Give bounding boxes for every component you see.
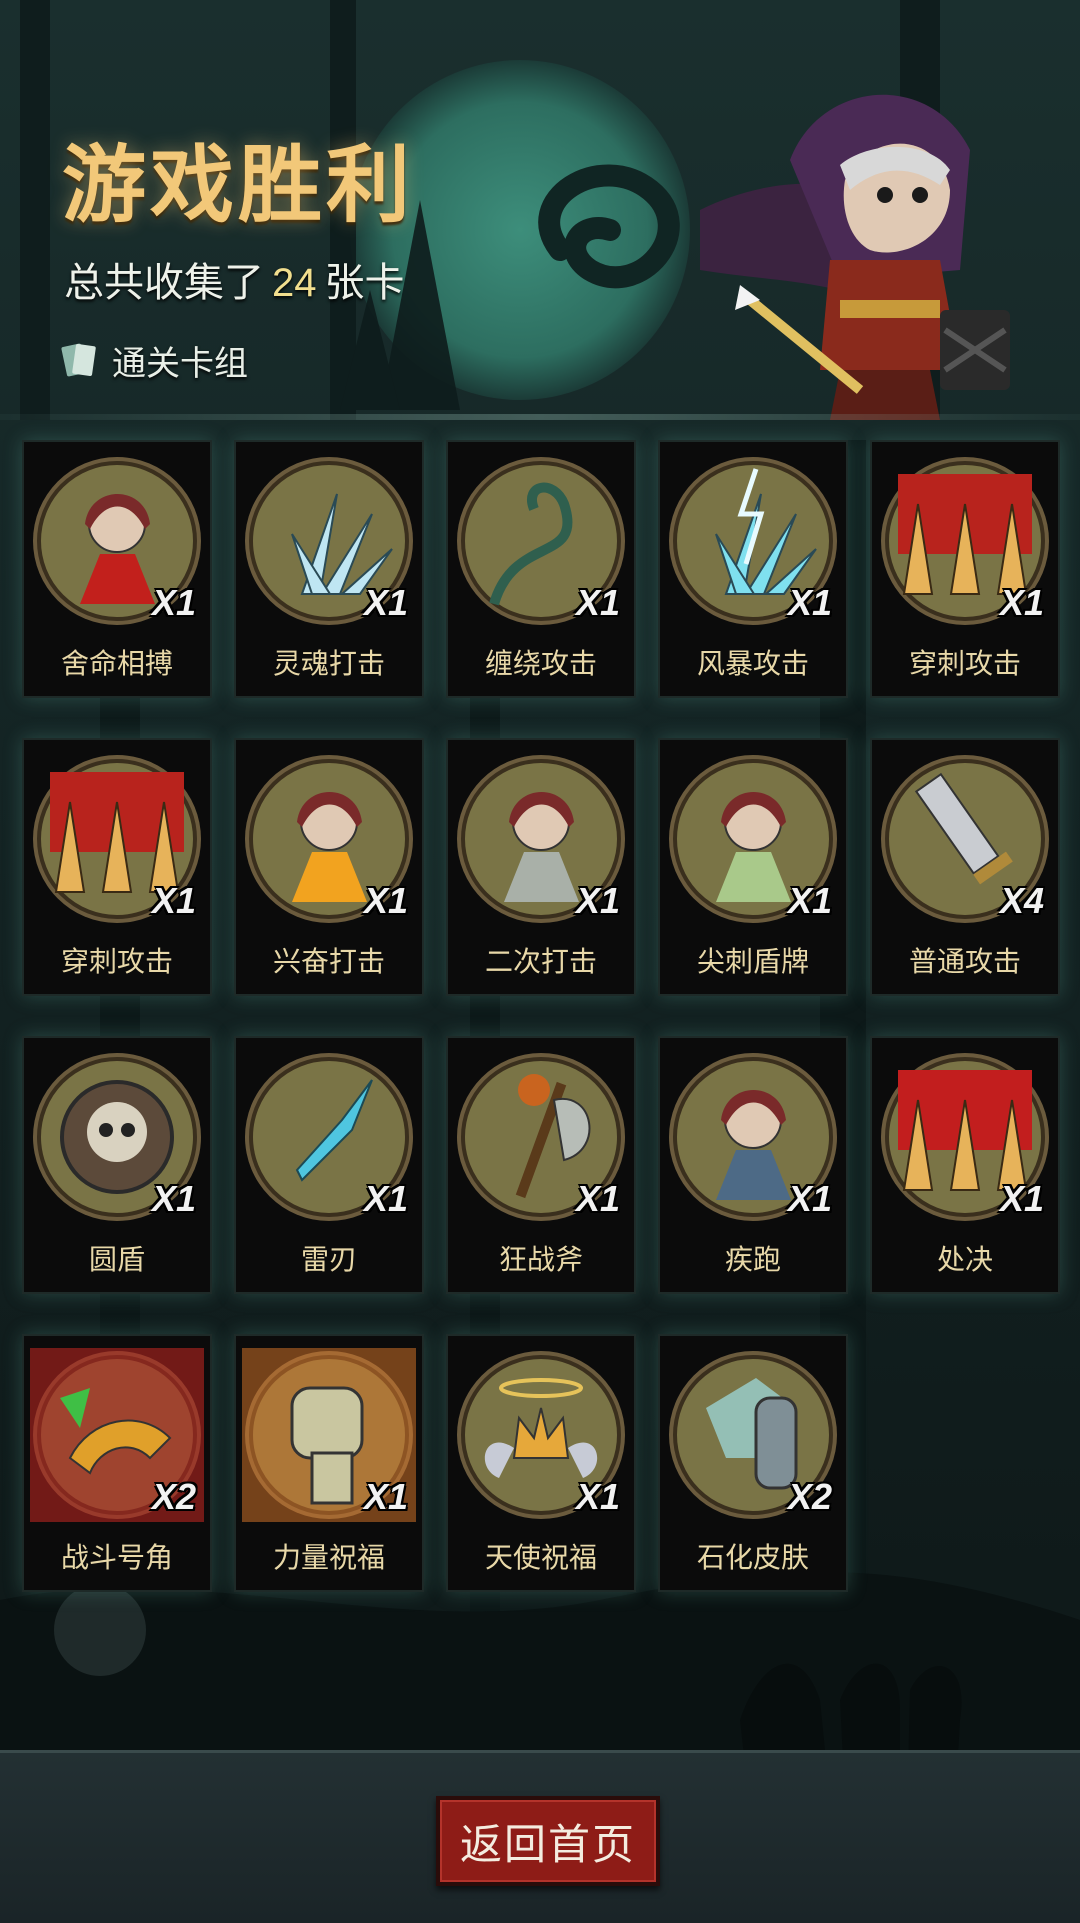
card-name: 穿刺攻击 <box>60 945 173 978</box>
card-quantity: X1 <box>787 582 832 623</box>
card-quantity: X1 <box>575 582 620 623</box>
card-name: 灵魂打击 <box>272 647 385 680</box>
card-quantity: X1 <box>151 1178 196 1219</box>
card-quantity: X1 <box>787 1178 832 1219</box>
card-name: 石化皮肤 <box>696 1541 809 1574</box>
card-quantity: X2 <box>151 1476 196 1517</box>
summary-suffix: 张卡 <box>324 260 405 306</box>
card-name: 风暴攻击 <box>696 647 809 680</box>
card-deck-icon <box>61 343 96 376</box>
card-quantity: X1 <box>575 880 620 921</box>
card-name: 二次打击 <box>484 945 597 978</box>
card-name: 缠绕攻击 <box>484 647 597 680</box>
card-hooded-fighter[interactable]: X1 舍命相搏 <box>22 440 212 698</box>
card-name: 雷刃 <box>300 1243 357 1276</box>
card-name: 舍命相搏 <box>60 647 173 680</box>
clear-deck-label: 通关卡组 <box>60 336 248 385</box>
card-sword[interactable]: X4 普通攻击 <box>870 738 1060 996</box>
card-name: 疾跑 <box>724 1243 781 1276</box>
card-winged-crown[interactable]: X1 天使祝福 <box>446 1334 636 1592</box>
card-name: 圆盾 <box>88 1243 145 1276</box>
hooded-hero-illustration <box>700 94 1010 420</box>
card-quantity: X1 <box>999 582 1044 623</box>
card-crystal-blade[interactable]: X1 雷刃 <box>234 1036 424 1294</box>
card-quantity: X4 <box>999 880 1044 921</box>
card-name: 天使祝福 <box>484 1541 597 1574</box>
card-war-horn[interactable]: X2 战斗号角 <box>22 1334 212 1592</box>
card-name: 狂战斧 <box>498 1243 583 1276</box>
card-quantity: X2 <box>787 1476 832 1517</box>
card-lightning-storm[interactable]: X1 风暴攻击 <box>658 440 848 698</box>
card-name: 力量祝福 <box>272 1541 385 1574</box>
card-name: 尖刺盾牌 <box>696 945 809 978</box>
card-execution[interactable]: X1 处决 <box>870 1036 1060 1294</box>
card-name: 战斗号角 <box>60 1541 173 1574</box>
card-name: 普通攻击 <box>908 945 1021 978</box>
card-quantity: X1 <box>363 1476 408 1517</box>
card-name: 兴奋打击 <box>272 945 385 978</box>
card-count: 24 <box>272 261 317 305</box>
card-quantity: X1 <box>575 1476 620 1517</box>
card-thorn-vine[interactable]: X1 缠绕攻击 <box>446 440 636 698</box>
victory-title: 游戏胜利 <box>62 136 415 234</box>
card-quantity: X1 <box>363 880 408 921</box>
return-home-button[interactable]: 返回首页 <box>436 1796 660 1886</box>
card-quantity: X1 <box>363 1178 408 1219</box>
card-name: 穿刺攻击 <box>908 647 1021 680</box>
summary-prefix: 总共收集了 <box>64 260 264 306</box>
card-stone-arm[interactable]: X2 石化皮肤 <box>658 1334 848 1592</box>
card-quantity: X1 <box>575 1178 620 1219</box>
collected-summary: 总共收集了 24 张卡 <box>64 250 405 308</box>
card-running-wolf[interactable]: X1 疾跑 <box>658 1036 848 1294</box>
card-quantity: X1 <box>999 1178 1044 1219</box>
card-name: 处决 <box>936 1243 993 1276</box>
card-double-dagger[interactable]: X1 二次打击 <box>446 738 636 996</box>
card-battle-axe[interactable]: X1 狂战斧 <box>446 1036 636 1294</box>
card-quantity: X1 <box>787 880 832 921</box>
header-divider <box>0 414 1080 420</box>
card-quantity: X1 <box>151 880 196 921</box>
card-ground-spikes[interactable]: X1 穿刺攻击 <box>22 738 212 996</box>
card-fiery-hero[interactable]: X1 兴奋打击 <box>234 738 424 996</box>
card-skull-shield[interactable]: X1 圆盾 <box>22 1036 212 1294</box>
card-quantity: X1 <box>151 582 196 623</box>
card-ground-spikes[interactable]: X1 穿刺攻击 <box>870 440 1060 698</box>
card-ice-shards[interactable]: X1 灵魂打击 <box>234 440 424 698</box>
card-quantity: X1 <box>363 582 408 623</box>
card-fist[interactable]: X1 力量祝福 <box>234 1334 424 1592</box>
card-spiked-shield[interactable]: X1 尖刺盾牌 <box>658 738 848 996</box>
deck-label-text: 通关卡组 <box>112 344 248 384</box>
